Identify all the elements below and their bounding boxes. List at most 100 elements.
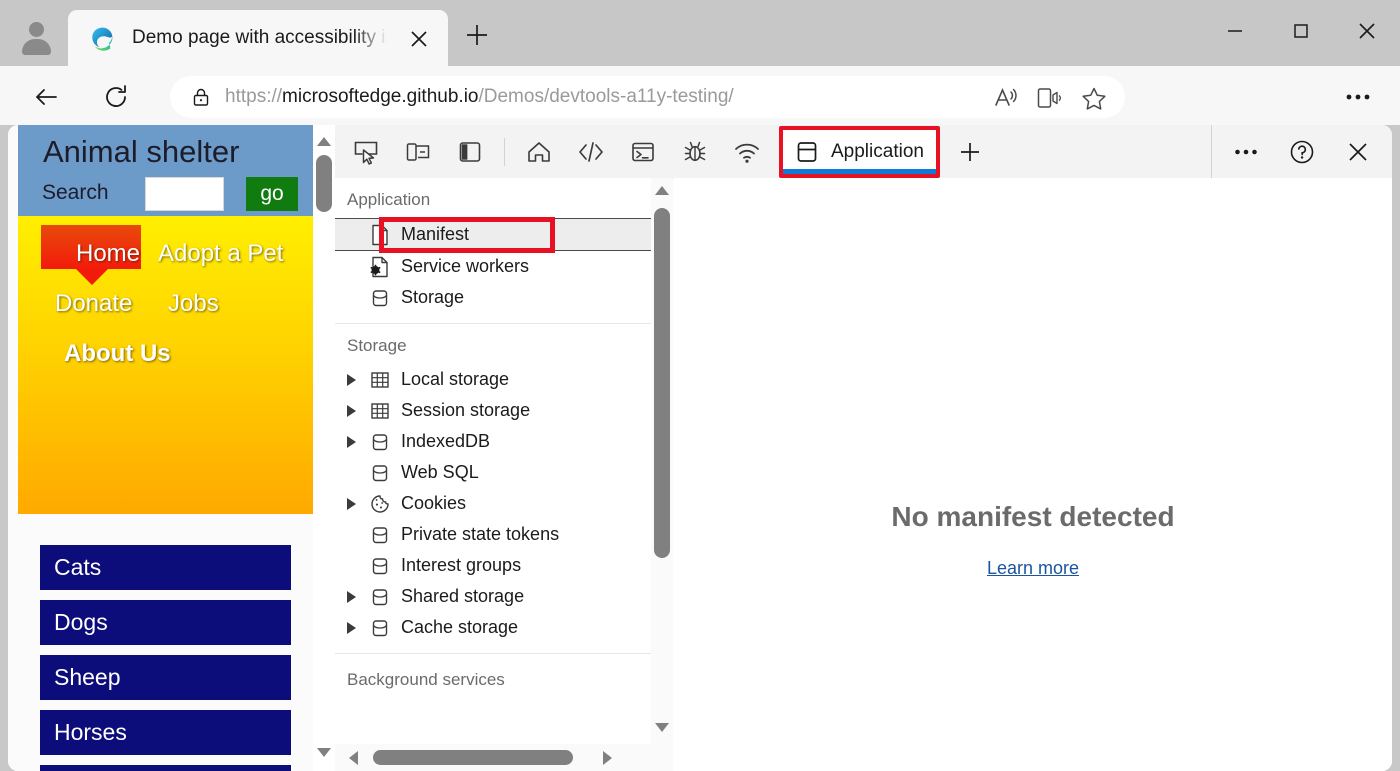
sidebar-scroll-right-arrow-icon[interactable] [603,751,612,765]
page-scrollbar-thumb[interactable] [316,155,332,212]
category-item-dogs[interactable]: Dogs [40,600,291,645]
sidebar-item-cache-storage-label: Cache storage [401,617,519,637]
maximize-button[interactable] [1268,0,1334,62]
immersive-reader-icon[interactable] [1033,83,1067,113]
sidebar-scroll-up-arrow-icon[interactable] [655,186,669,195]
expand-triangle-icon[interactable] [335,621,367,634]
service-worker-icon [367,256,393,278]
category-item-horses[interactable]: Horses [40,710,291,755]
read-aloud-icon[interactable] [989,83,1023,113]
category-item-cats[interactable]: Cats [40,545,291,590]
device-emulation-icon[interactable] [401,135,435,169]
expand-triangle-icon[interactable] [335,404,367,417]
nav-item-jobs[interactable]: Jobs [168,290,219,318]
sidebar-item-shared-storage[interactable]: Shared storage [335,581,651,612]
close-window-button[interactable] [1334,0,1400,62]
sidebar-item-session-storage[interactable]: Session storage [335,395,651,426]
sidebar-item-indexeddb-label: IndexedDB [401,431,491,451]
page-vertical-scrollbar[interactable] [313,125,335,771]
site-header: Animal shelter Search go [18,125,313,216]
console-icon[interactable] [626,135,660,169]
tab-close-button[interactable] [406,26,432,52]
table-grid-icon [367,401,393,421]
sidebar-item-web-sql[interactable]: Web SQL [335,457,651,488]
panel-layout-icon[interactable] [453,135,487,169]
document-icon [367,224,393,246]
inspect-element-icon[interactable] [349,135,383,169]
sidebar-scroll-down-arrow-icon[interactable] [655,723,669,732]
learn-more-link[interactable]: Learn more [987,558,1079,579]
sidebar-scrollbar-thumb[interactable] [654,208,670,558]
title-bar: Demo page with accessibility issues [0,0,1400,66]
expand-triangle-icon[interactable] [335,497,367,510]
nav-item-home-label: Home [76,240,141,267]
sidebar-item-cache-storage[interactable]: Cache storage [335,612,651,643]
sidebar-scroll-left-arrow-icon[interactable] [349,751,358,765]
network-icon[interactable] [730,135,764,169]
search-input[interactable] [145,177,224,211]
nav-item-about-us[interactable]: About Us [64,340,171,368]
devtools-main-content: No manifest detected Learn more [674,178,1392,771]
minimize-button[interactable] [1202,0,1268,62]
reload-button[interactable] [97,78,135,116]
sidebar-item-interest-groups[interactable]: Interest groups [335,550,651,581]
close-devtools-icon[interactable] [1338,132,1378,172]
help-question-icon[interactable] [1282,132,1322,172]
elements-code-icon[interactable] [574,135,608,169]
category-item-sheep[interactable]: Sheep [40,655,291,700]
database-icon [367,524,393,546]
sidebar-item-session-storage-label: Session storage [401,400,531,420]
expand-triangle-icon[interactable] [335,435,367,448]
browser-tab[interactable]: Demo page with accessibility issues [68,10,448,66]
search-go-button[interactable]: go [246,177,298,211]
expand-triangle-icon[interactable] [335,590,367,603]
sidebar-item-private-state-tokens[interactable]: Private state tokens [335,519,651,550]
nav-item-adopt-a-pet[interactable]: Adopt a Pet [158,240,283,268]
back-button[interactable] [27,78,65,116]
new-tab-button[interactable] [460,18,494,52]
avatar-icon [29,22,44,37]
database-icon [367,431,393,453]
application-icon [795,140,819,164]
sidebar-h-scrollbar-thumb[interactable] [373,750,573,765]
url-path: /Demos/devtools-a11y-testing/ [478,86,734,107]
scroll-up-arrow-icon[interactable] [317,137,331,146]
tab-title: Demo page with accessibility issues [132,27,390,48]
sources-debugger-icon[interactable] [678,135,712,169]
sidebar-item-cookies-label: Cookies [401,493,467,513]
address-bar[interactable]: https://microsoftedge.github.io/Demos/de… [170,76,1125,118]
sidebar-item-cookies[interactable]: Cookies [335,488,651,519]
web-page-content: Animal shelter Search go Home Adopt a Pe… [8,125,313,771]
add-panel-button[interactable] [952,134,988,170]
sidebar-horizontal-scrollbar[interactable] [335,744,673,771]
sidebar-item-local-storage-label: Local storage [401,369,510,389]
sidebar-vertical-scrollbar[interactable] [651,178,673,744]
database-icon [367,287,393,309]
sidebar-item-service-workers-label: Service workers [401,256,530,276]
browser-settings-button[interactable] [1338,79,1378,115]
sidebar-group-application: Application Manifest Service workers Sto… [335,178,651,324]
more-tools-ellipsis-icon[interactable] [1226,132,1266,172]
sidebar-item-local-storage[interactable]: Local storage [335,364,651,395]
sidebar-item-storage[interactable]: Storage [335,282,651,313]
sidebar-item-manifest[interactable]: Manifest [335,217,651,253]
devtools-panel: Application Application Manifest Service… [335,125,1392,771]
nav-item-home[interactable]: Home [41,225,141,285]
profile-avatar-button[interactable] [14,11,60,57]
sidebar-item-indexeddb[interactable]: IndexedDB [335,426,651,457]
expand-triangle-icon[interactable] [335,373,367,386]
star-icon[interactable] [1077,83,1111,113]
lock-icon [191,87,211,107]
address-bar-actions [989,83,1111,113]
window-controls [1202,0,1400,62]
scroll-down-arrow-icon[interactable] [317,748,331,757]
url-scheme: https:// [225,86,283,107]
welcome-home-icon[interactable] [522,135,556,169]
tab-application[interactable]: Application [779,125,940,178]
nav-item-donate[interactable]: Donate [55,290,132,318]
sidebar-item-private-state-tokens-label: Private state tokens [401,524,560,544]
sidebar-item-service-workers[interactable]: Service workers [335,251,651,282]
sidebar-item-manifest-label: Manifest [401,224,470,244]
category-item-alpacas[interactable]: Alpacas [40,765,291,771]
sidebar-item-shared-storage-label: Shared storage [401,586,525,606]
